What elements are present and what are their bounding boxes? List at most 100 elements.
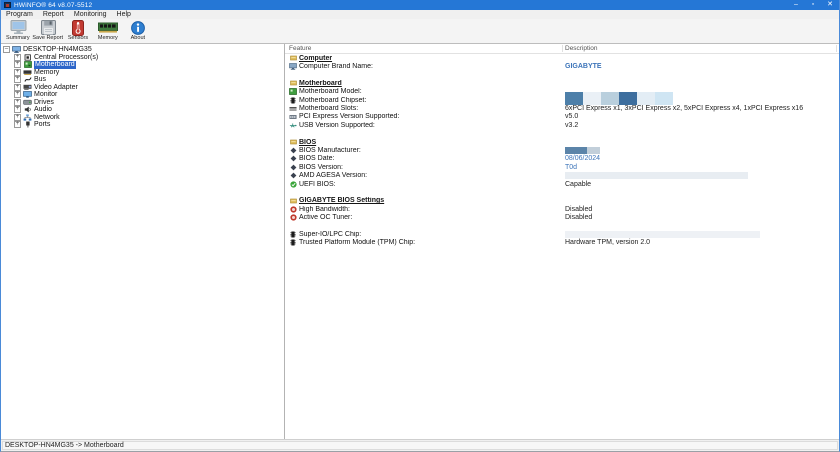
sidebar-item-drives[interactable]: +Drives [3,99,284,107]
spacer-row [285,71,839,79]
collapse-expander-icon[interactable]: – [3,46,10,53]
description-value: T0d [565,164,577,171]
section-title: Computer [299,55,332,62]
maximize-button[interactable]: ▫ [809,1,817,9]
feature-row-motherboard-chipset[interactable]: Motherboard Chipset: [285,96,839,104]
tree-item-label: Central Processor(s) [34,54,98,62]
tree-item-label: Ports [34,121,50,129]
network-icon [23,114,32,121]
feature-row-pci-express-version-supported[interactable]: PCI Express Version Supported:v5.0 [285,113,839,121]
expand-plus-icon[interactable]: + [14,69,21,76]
feature-row-bios-date[interactable]: BIOS Date:08/06/2024 [285,155,839,163]
expand-plus-icon[interactable]: + [14,121,21,128]
column-header-description[interactable]: Description [565,44,598,54]
sidebar-item-audio[interactable]: +Audio [3,106,284,114]
minimize-button[interactable]: – [792,1,800,9]
redacted-value-blocks [565,231,760,238]
column-divider[interactable] [836,45,837,52]
save-report-floppy-icon [41,20,56,35]
section-header-computer[interactable]: Computer [285,54,839,62]
expand-plus-icon[interactable]: + [14,54,21,61]
menu-item-report[interactable]: Report [38,10,69,19]
column-divider[interactable] [562,45,563,52]
sidebar-item-video-adapter[interactable]: +Video Adapter [3,84,284,92]
feature-row-usb-version-supported[interactable]: USB Version Supported:v3.2 [285,121,839,129]
toolbar-button-label: Sensors [68,35,88,41]
spacer-row [285,130,839,138]
feature-row-active-oc-tuner[interactable]: Active OC Tuner:Disabled [285,213,839,221]
redaction-block [601,92,619,105]
expand-plus-icon[interactable]: + [14,114,21,121]
menu-item-monitoring[interactable]: Monitoring [69,10,112,19]
tree-root-desktop-hn4mg35[interactable]: –DESKTOP-HN4MG35 [3,46,284,54]
feature-row-super-io-lpc-chip[interactable]: Super-IO/LPC Chip: [285,230,839,238]
feature-row-bios-version[interactable]: BIOS Version:T0d [285,163,839,171]
toolbar-button-label: Summary [6,35,30,41]
redaction-block [565,172,748,179]
feature-cell: Trusted Platform Module (TPM) Chip: [285,239,565,246]
about-button[interactable]: About [123,20,153,43]
expand-plus-icon[interactable]: + [14,84,21,91]
sensors-button[interactable]: Sensors [63,20,93,43]
menu-item-help[interactable]: Help [112,10,136,19]
sidebar-item-bus[interactable]: +Bus [3,76,284,84]
expand-plus-icon[interactable]: + [14,106,21,113]
feature-row-amd-agesa-version[interactable]: AMD AGESA Version: [285,171,839,179]
usb-icon [289,122,297,129]
disabled-icon [289,206,297,213]
pci-icon [289,113,297,120]
feature-row-high-bandwidth[interactable]: High Bandwidth:Disabled [285,205,839,213]
expand-plus-icon[interactable]: + [14,61,21,68]
redaction-block [619,92,637,105]
app-icon [4,2,11,8]
sidebar-item-memory[interactable]: +Memory [3,69,284,77]
redaction-block [637,92,655,105]
tree-item-label: Motherboard [34,61,76,69]
sidebar-item-monitor[interactable]: +Monitor [3,91,284,99]
section-header-motherboard[interactable]: Motherboard [285,79,839,87]
feature-cell: Motherboard Chipset: [285,97,565,104]
feature-cell: PCI Express Version Supported: [285,113,565,120]
sidebar-item-central-processor-s-[interactable]: + Central Processor(s) [3,54,284,62]
feature-cell: BIOS [285,139,565,146]
feature-label: Super-IO/LPC Chip: [299,231,361,238]
section-header-gigabyte-bios-settings[interactable]: GIGABYTE BIOS Settings [285,197,839,205]
sensors-thermometer-icon [72,20,84,35]
feature-label: BIOS Date: [299,155,334,162]
sidebar-item-motherboard[interactable]: + Motherboard [3,61,284,69]
feature-label: BIOS Manufacturer: [299,147,361,154]
diamond-icon [289,155,297,162]
save-report-button[interactable]: Save Report [33,20,63,43]
feature-cell: Computer [285,55,565,62]
feature-row-computer-brand-name[interactable]: Computer Brand Name:GIGABYTE [285,62,839,70]
redaction-block [587,147,600,154]
expand-plus-icon[interactable]: + [14,76,21,83]
list-rows: ComputerComputer Brand Name:GIGABYTE Moth… [285,54,839,247]
feature-row-motherboard-slots[interactable]: Motherboard Slots:6xPCI Express x1, 3xPC… [285,104,839,112]
feature-cell: High Bandwidth: [285,206,565,213]
feature-cell: BIOS Version: [285,164,565,171]
expand-plus-icon[interactable]: + [14,99,21,106]
motherboard-small-icon [289,88,297,95]
feature-row-trusted-platform-module-tpm-chip[interactable]: Trusted Platform Module (TPM) Chip:Hardw… [285,239,839,247]
memory-button[interactable]: Memory [93,20,123,43]
menu-item-program[interactable]: Program [1,10,38,19]
column-header-feature[interactable]: Feature [285,45,311,52]
window-title: HWiNFO® 64 v8.07-5512 [14,2,792,9]
close-button[interactable]: ✕ [826,1,834,9]
section-header-bios[interactable]: BIOS [285,138,839,146]
feature-list: Feature Description ComputerComputer Bra… [285,44,839,439]
feature-row-motherboard-model[interactable]: Motherboard Model: [285,88,839,96]
summary-button[interactable]: Summary [3,20,33,43]
feature-row-uefi-bios[interactable]: UEFI BIOS:Capable [285,180,839,188]
tree-item-label: Network [34,114,60,122]
about-info-icon [131,20,145,35]
description-value: v3.2 [565,122,578,129]
toolbar: SummarySave Report Sensors MemoryAbout [1,19,839,44]
feature-label: Active OC Tuner: [299,214,352,221]
sidebar-item-network[interactable]: + Network [3,114,284,122]
sidebar-item-ports[interactable]: + Ports [3,121,284,129]
expand-plus-icon[interactable]: + [14,91,21,98]
spacer-row [285,222,839,230]
feature-row-bios-manufacturer[interactable]: BIOS Manufacturer: [285,146,839,154]
